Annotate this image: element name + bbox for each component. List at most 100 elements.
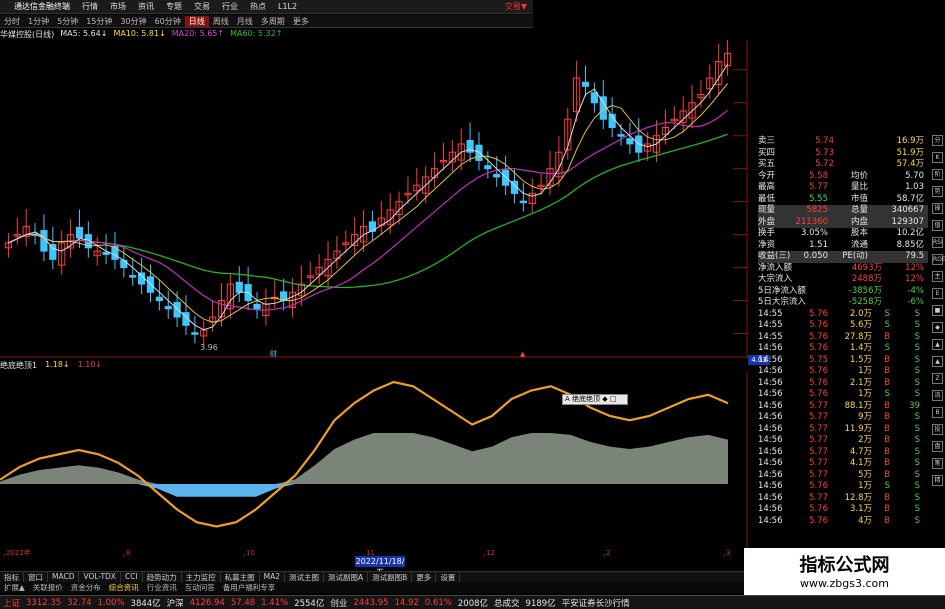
period-7[interactable]: 周线 xyxy=(209,16,233,27)
toolbar-icon-11[interactable]: ◆ xyxy=(932,322,943,333)
sz-amount: 2554亿 xyxy=(294,598,325,609)
toolbar-icon-15[interactable]: 流 xyxy=(932,390,943,401)
indicator-tab-13[interactable]: 设置 xyxy=(436,572,461,582)
toolbar-icon-8[interactable]: 主 xyxy=(932,271,943,282)
toolbar-icon-3[interactable]: 势 xyxy=(932,186,943,197)
quote-row: 净资 1.51 流通 8.85亿 xyxy=(758,240,928,252)
tick-price: 5.76 xyxy=(809,343,828,353)
ext-tab-3[interactable]: 综合资讯 xyxy=(105,582,143,593)
tick-extra: 39 xyxy=(909,400,920,411)
period-5[interactable]: 60分钟 xyxy=(151,16,185,27)
indicator-tooltip[interactable]: A 绝底绝顶 ◆ □ xyxy=(562,394,628,405)
indicator-tab-2[interactable]: MACD xyxy=(48,572,80,582)
indicator-tab-0[interactable]: 指标 xyxy=(0,572,24,582)
period-8[interactable]: 月线 xyxy=(233,16,257,27)
quote-label: 买四 xyxy=(758,147,776,158)
stat-label: 今开 xyxy=(758,170,776,181)
toolbar-icon-19[interactable]: 笔 xyxy=(932,458,943,469)
tick-side: B xyxy=(884,423,890,434)
menu-item-5[interactable]: 行业 xyxy=(216,1,244,12)
indicator-tab-10[interactable]: 测试副图A xyxy=(324,572,369,582)
ext-tab-5[interactable]: 互动问答 xyxy=(181,582,219,593)
menu-item-6[interactable]: 热点 xyxy=(244,1,272,12)
toolbar-icon-20[interactable]: 精 xyxy=(932,475,943,486)
ext-tab-6[interactable]: 备用户福利专享 xyxy=(219,582,280,593)
menu-item-4[interactable]: 交易 xyxy=(188,1,216,12)
toolbar-icon-12[interactable]: ▲ xyxy=(932,339,943,350)
indicator-tab-6[interactable]: 主力监控 xyxy=(182,572,221,582)
period-10[interactable]: 更多 xyxy=(289,16,313,27)
indicator-tab-5[interactable]: 趋势动力 xyxy=(143,572,182,582)
toolbar-icon-0[interactable]: 分 xyxy=(932,135,943,146)
indicator-tab-4[interactable]: CCI xyxy=(121,572,143,582)
period-6[interactable]: 日线 xyxy=(184,15,209,27)
period-2[interactable]: 5分钟 xyxy=(53,16,82,27)
stat-value2: 8.85亿 xyxy=(896,239,924,250)
indicator-chart[interactable]: 1.000.750.500.250.00-0.25-0.50 2022年8101… xyxy=(0,372,748,557)
toolbar-icon-7[interactable]: ROE xyxy=(932,254,945,265)
ext-tab-0[interactable]: 扩展▲ xyxy=(0,582,29,593)
tick-price: 5.76 xyxy=(809,377,828,388)
toolbar-icon-13[interactable]: ▲ xyxy=(932,356,943,367)
trade-button[interactable]: 交易▼ xyxy=(499,1,533,12)
indicator-tab-1[interactable]: 窗口 xyxy=(24,572,48,582)
ext-tab-1[interactable]: 关联报价 xyxy=(29,582,67,593)
menu-item-2[interactable]: 资讯 xyxy=(132,1,160,12)
period-9[interactable]: 多周期 xyxy=(257,16,289,27)
toolbar-icon-5[interactable]: 值 xyxy=(932,220,943,231)
indicator-legend: 绝底绝顶1 1.18↓ 1.10↓ xyxy=(0,360,300,372)
cy-index: 2443.95 xyxy=(353,597,389,608)
stat-value: 1.51 xyxy=(809,239,828,250)
tick-price: 5.76 xyxy=(809,308,828,319)
candle-body xyxy=(111,245,119,260)
indicator-tab-7[interactable]: 私募主图 xyxy=(221,572,260,582)
tick-volume: 2.0万 xyxy=(849,308,872,319)
stat-value2: 340667 xyxy=(891,205,924,215)
candle-body xyxy=(173,301,181,318)
toolbar-icon-6[interactable]: RSI xyxy=(932,237,943,248)
quote-row: 14:56 5.77 11.9万 B S xyxy=(758,424,928,436)
indicator-tabs: 指标 窗口 MACD VOL-TDX CCI 趋势动力 主力监控 私募主图 MA2 测试主图 测试副… xyxy=(0,571,745,582)
indicator-tab-8[interactable]: MA2 xyxy=(260,572,286,582)
toolbar-icon-9[interactable]: E xyxy=(932,288,943,299)
tick-time: 14:56 xyxy=(758,469,783,480)
quote-row: 14:56 5.76 2.1万 B S xyxy=(758,378,928,390)
tick-extra: S xyxy=(914,412,920,422)
indicator-tab-9[interactable]: 测试主图 xyxy=(285,572,325,582)
menu-item-3[interactable]: 专题 xyxy=(160,1,188,12)
period-1[interactable]: 1分钟 xyxy=(24,16,53,27)
date-cursor: 2022/11/18/五 xyxy=(355,556,405,577)
quote-row: 14:56 5.76 1万 S S xyxy=(758,389,928,401)
tick-extra: S xyxy=(914,389,920,399)
toolbar-icon-16[interactable]: B xyxy=(932,407,943,418)
toolbar-icon-17[interactable]: 投 xyxy=(932,424,943,435)
toolbar-icon-14[interactable]: Z xyxy=(932,373,943,384)
indicator-tab-11[interactable]: 测试副图B xyxy=(368,572,413,582)
toolbar-icon-2[interactable]: 阶 xyxy=(932,169,943,180)
tick-price: 5.76 xyxy=(809,481,828,491)
indicator-tab-12[interactable]: 更多 xyxy=(412,572,437,582)
toolbar-icon-1[interactable]: K xyxy=(932,152,943,163)
menu-item-7[interactable]: L1L2 xyxy=(272,2,303,11)
ext-tab-4[interactable]: 行业资讯 xyxy=(143,582,181,593)
period-0[interactable]: 分时 xyxy=(0,16,24,27)
quote-row: 14:55 5.76 27.8万 B S xyxy=(758,332,928,344)
menu-item-0[interactable]: 行情 xyxy=(76,1,104,12)
flow-value: 2488万 xyxy=(851,274,882,284)
tick-price: 5.75 xyxy=(809,354,828,365)
period-3[interactable]: 15分钟 xyxy=(82,16,116,27)
menu-item-1[interactable]: 市场 xyxy=(104,1,132,12)
period-4[interactable]: 30分钟 xyxy=(116,16,150,27)
ext-tab-2[interactable]: 资金分布 xyxy=(67,582,105,593)
quote-row: 14:56 5.75 1.5万 B S xyxy=(758,355,928,367)
indicator-tab-3[interactable]: VOL-TDX xyxy=(79,572,121,582)
stat-value: 5825 xyxy=(806,205,828,215)
tick-extra: S xyxy=(914,377,920,388)
tick-time: 14:56 xyxy=(758,423,783,434)
toolbar-icon-18[interactable]: 盘 xyxy=(932,441,943,452)
quote-row: 现量 5825 总量 340667 xyxy=(758,205,928,217)
tick-volume: 4.1万 xyxy=(849,458,872,468)
candlestick-chart[interactable]: 5.605.405.205.004.804.604.404.204.00 3.9… xyxy=(0,40,748,358)
toolbar-icon-10[interactable]: ■ xyxy=(932,305,943,316)
toolbar-icon-4[interactable]: 操 xyxy=(932,203,943,214)
